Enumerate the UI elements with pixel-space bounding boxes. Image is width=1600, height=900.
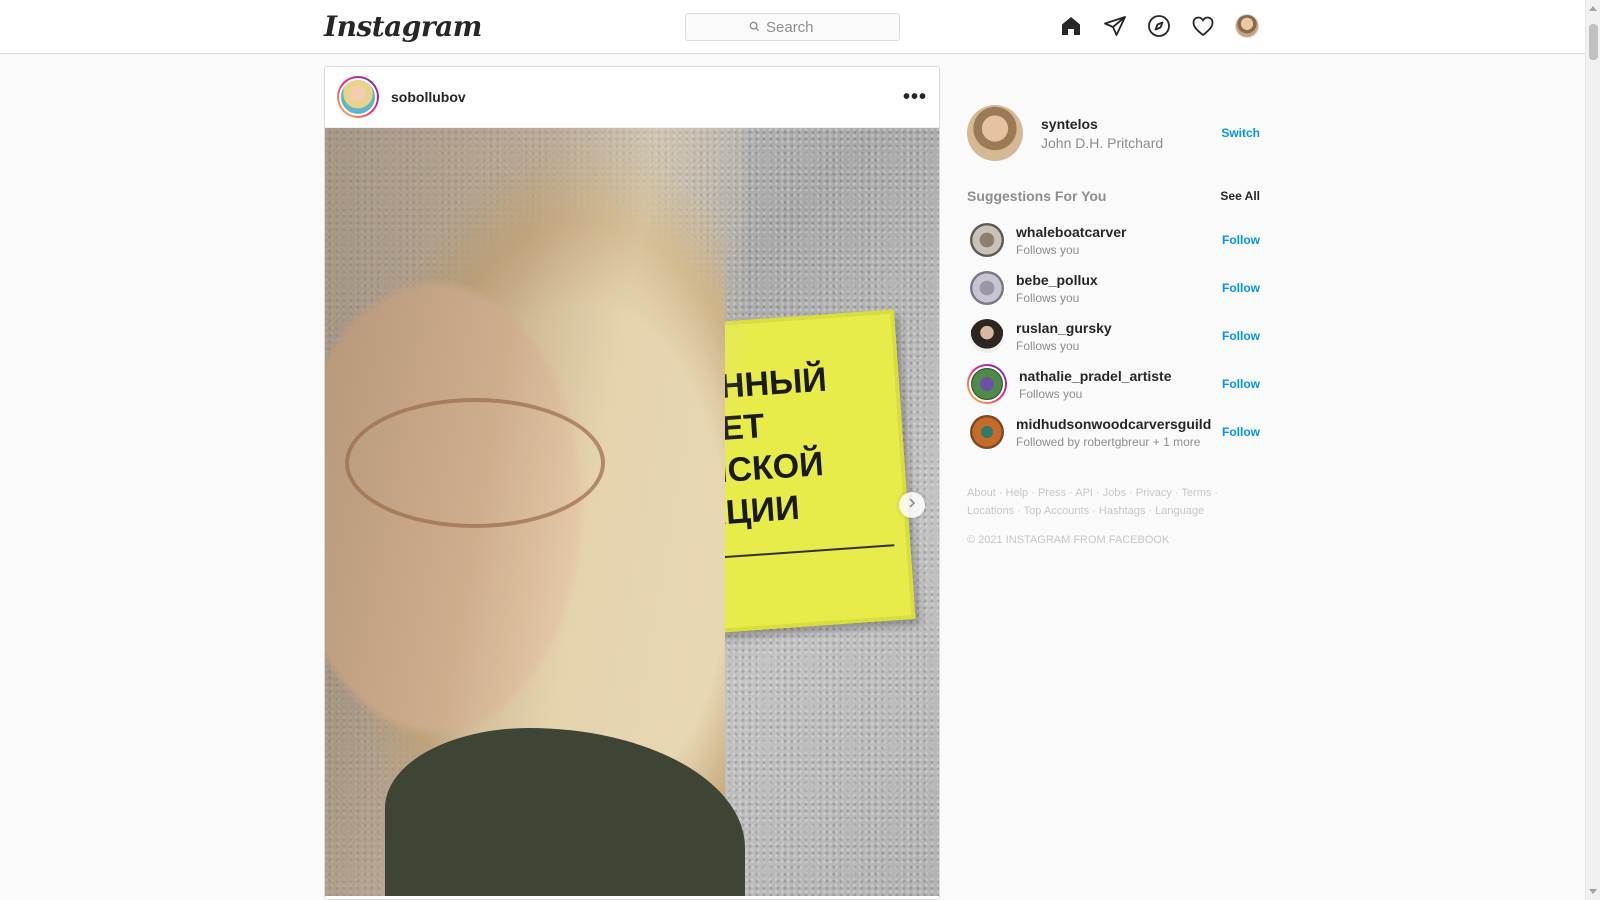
suggestion-username[interactable]: ruslan_gursky (1016, 320, 1222, 336)
top-navigation-bar: Instagram (0, 0, 1585, 54)
activity-heart-icon[interactable] (1190, 13, 1216, 39)
glasses (345, 398, 605, 528)
more-options-icon[interactable]: ••• (903, 86, 927, 109)
avatar[interactable] (967, 364, 1007, 404)
suggestions-title: Suggestions For You (967, 188, 1107, 204)
follow-button[interactable]: Follow (1222, 329, 1260, 343)
scroll-thumb[interactable] (1589, 24, 1598, 60)
list-item: nathalie_pradel_artiste Follows you Foll… (967, 360, 1260, 408)
avatar[interactable] (967, 105, 1023, 161)
suggestion-context: Follows you (1016, 290, 1080, 305)
feed-post: sobollubov ••• ВЕННЫЙ ИТЕТ ИЙСКОЙ РАЦИИ (324, 66, 940, 900)
suggestions-list: whaleboatcarver Follows you Follow bebe_… (967, 216, 1260, 456)
scroll-down-arrow-icon[interactable] (1589, 889, 1597, 894)
list-item: midhudsonwoodcarversguild Followed by ro… (967, 408, 1260, 456)
search-input[interactable] (766, 18, 836, 36)
switch-account-button[interactable]: Switch (1221, 126, 1260, 140)
instagram-logo[interactable]: Instagram (324, 10, 482, 43)
suggestion-context: Follows you (1016, 242, 1080, 257)
footer-link[interactable]: Press (1038, 487, 1066, 499)
carousel-next-button[interactable] (899, 492, 925, 518)
footer-link[interactable]: Privacy (1136, 487, 1172, 499)
post-author-avatar[interactable] (337, 76, 379, 118)
follow-button[interactable]: Follow (1222, 377, 1260, 391)
footer-link[interactable]: Terms (1181, 487, 1211, 499)
chevron-right-icon (906, 496, 918, 514)
footer-link[interactable]: Language (1155, 505, 1204, 517)
profile-avatar[interactable] (1234, 13, 1260, 39)
follow-button[interactable]: Follow (1222, 281, 1260, 295)
suggestion-username[interactable]: whaleboatcarver (1016, 224, 1222, 240)
avatar[interactable] (970, 271, 1004, 305)
footer-links: About · Help · Press · API · Jobs · Priv… (967, 487, 1219, 517)
post-photo[interactable]: ВЕННЫЙ ИТЕТ ИЙСКОЙ РАЦИИ (325, 128, 939, 896)
page-scrollbar[interactable] (1585, 0, 1600, 900)
follow-button[interactable]: Follow (1222, 425, 1260, 439)
list-item: whaleboatcarver Follows you Follow (967, 216, 1260, 264)
list-item: ruslan_gursky Follows you Follow (967, 312, 1260, 360)
list-item: bebe_pollux Follows you Follow (967, 264, 1260, 312)
copyright-text: © 2021 Instagram from Facebook (967, 534, 1170, 546)
footer-link[interactable]: Top Accounts (1024, 505, 1089, 517)
footer-link[interactable]: Help (1006, 487, 1029, 499)
see-all-link[interactable]: See All (1220, 189, 1260, 203)
direct-icon[interactable] (1102, 13, 1128, 39)
current-user: syntelos John D.H. Pritchard Switch (967, 104, 1260, 162)
search-icon (749, 19, 760, 35)
suggestion-username[interactable]: bebe_pollux (1016, 272, 1222, 288)
avatar[interactable] (970, 319, 1004, 353)
suggestion-context: Followed by robertgbreur + 1 more (1016, 434, 1201, 449)
suggestion-username[interactable]: midhudsonwoodcarversguild (1016, 416, 1222, 432)
follow-button[interactable]: Follow (1222, 233, 1260, 247)
footer-link[interactable]: Locations (967, 505, 1014, 517)
post-author-username[interactable]: sobollubov (391, 89, 903, 105)
suggestion-context: Follows you (1016, 338, 1080, 353)
footer-link[interactable]: About (967, 487, 996, 499)
current-username[interactable]: syntelos (1041, 116, 1221, 132)
home-icon[interactable] (1058, 13, 1084, 39)
search-box[interactable] (685, 13, 900, 41)
suggestion-context: Follows you (1019, 386, 1083, 401)
suggestions-header: Suggestions For You See All (967, 186, 1260, 206)
right-sidebar: syntelos John D.H. Pritchard Switch Sugg… (967, 104, 1260, 546)
post-header: sobollubov ••• (325, 67, 939, 128)
nav-icons (1058, 13, 1260, 39)
footer-link[interactable]: Hashtags (1099, 505, 1145, 517)
avatar[interactable] (970, 223, 1004, 257)
scroll-up-arrow-icon[interactable] (1589, 6, 1597, 11)
avatar[interactable] (970, 415, 1004, 449)
explore-icon[interactable] (1146, 13, 1172, 39)
footer-link[interactable]: API (1075, 487, 1093, 499)
current-fullname: John D.H. Pritchard (1041, 134, 1164, 151)
footer-link[interactable]: Jobs (1103, 487, 1126, 499)
suggestion-username[interactable]: nathalie_pradel_artiste (1019, 368, 1222, 384)
avatar (1235, 14, 1259, 38)
